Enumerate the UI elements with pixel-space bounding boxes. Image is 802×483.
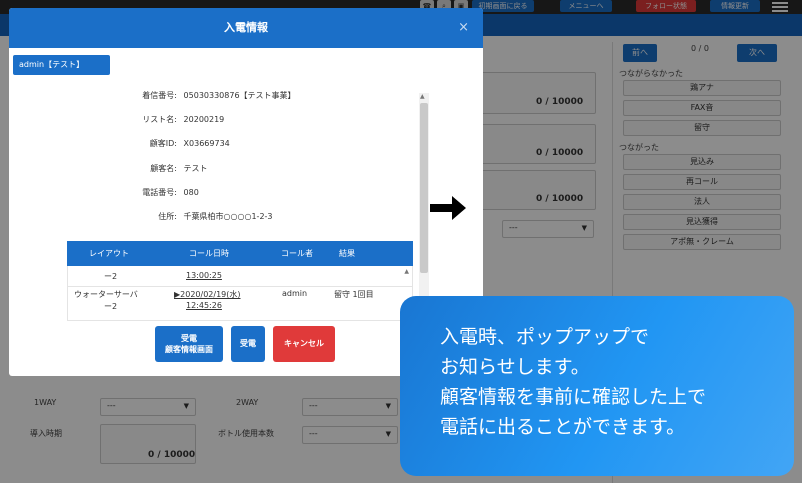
callout-line-3: 顧客情報を事前に確認した上で: [440, 386, 707, 408]
close-icon[interactable]: ×: [458, 8, 469, 48]
info-value: 080: [183, 188, 199, 197]
button-label-line1: 受電: [181, 334, 197, 343]
table-scroll-up-icon[interactable]: ▲: [404, 268, 409, 275]
callout-line-2: お知らせします。: [440, 356, 590, 378]
header-caller: コール者: [281, 249, 313, 258]
info-value: 千葉県柏市○○○○1-2-3: [183, 212, 273, 221]
info-value: X03669734: [183, 139, 230, 148]
feature-callout: 入電時、ポップアップで お知らせします。 顧客情報を事前に確認した上で 電話に出…: [400, 296, 794, 476]
cell-layout: ー2: [104, 272, 118, 281]
info-label: 顧客名:: [150, 164, 177, 173]
info-label: 着信番号:: [142, 91, 177, 100]
info-row-customer-name: 顧客名: テスト: [129, 163, 208, 174]
info-value: 05030330876【テスト事業】: [183, 91, 296, 100]
info-row-list-name: リスト名: 20200219: [129, 114, 224, 125]
call-history-table: レイアウト コール日時 コール者 結果 ー2 13:00:25 ウォーターサーバ…: [67, 241, 413, 321]
scroll-up-icon[interactable]: ▲: [420, 93, 425, 100]
info-label: リスト名:: [142, 115, 177, 124]
scrollbar-thumb[interactable]: [420, 103, 428, 273]
cell-result: 留守 1回目: [334, 290, 374, 299]
table-row: ウォーターサーバ ー2 ▶2020/02/19(水) 12:45:26 admi…: [68, 287, 412, 320]
cell-datetime-link[interactable]: 13:00:25: [186, 271, 222, 280]
operator-tag: admin【テスト】: [13, 55, 110, 75]
answer-button[interactable]: 受電: [231, 326, 265, 362]
button-label-line2: 顧客情報画面: [165, 345, 213, 354]
table-body: ー2 13:00:25 ウォーターサーバ ー2 ▶2020/02/19(水) 1…: [67, 266, 413, 321]
info-row-customer-id: 顧客ID: X03669734: [129, 138, 230, 149]
cell-caller: admin: [282, 289, 308, 298]
arrow-right-icon: [430, 196, 466, 220]
info-row-phone: 電話番号: 080: [129, 187, 199, 198]
cell-layout-line1: ウォーターサーバ: [74, 290, 138, 299]
header-result: 結果: [339, 249, 355, 258]
table-row: ー2 13:00:25: [68, 269, 412, 287]
callout-line-1: 入電時、ポップアップで: [440, 326, 650, 348]
info-value: テスト: [183, 164, 208, 173]
cell-time-link[interactable]: 12:45:26: [186, 301, 222, 310]
info-label: 電話番号:: [142, 188, 177, 197]
modal-header: 入電情報 ×: [9, 8, 483, 48]
info-row-address: 住所: 千葉県柏市○○○○1-2-3: [129, 211, 273, 222]
info-label: 住所:: [158, 212, 177, 221]
cancel-button[interactable]: キャンセル: [273, 326, 335, 362]
callout-line-4: 電話に出ることができます。: [440, 416, 686, 438]
header-call-datetime: コール日時: [189, 249, 229, 258]
modal-title: 入電情報: [224, 21, 268, 34]
table-header: レイアウト コール日時 コール者 結果: [67, 241, 413, 266]
info-value: 20200219: [183, 115, 225, 124]
info-label: 顧客ID:: [149, 139, 177, 148]
cell-datetime-link[interactable]: ▶2020/02/19(水): [174, 289, 241, 300]
cell-layout-line2: ー2: [104, 302, 118, 311]
header-layout: レイアウト: [89, 249, 129, 258]
answer-with-customer-info-button[interactable]: 受電 顧客情報画面: [155, 326, 223, 362]
info-row-caller-number: 着信番号: 05030330876【テスト事業】: [129, 90, 296, 101]
